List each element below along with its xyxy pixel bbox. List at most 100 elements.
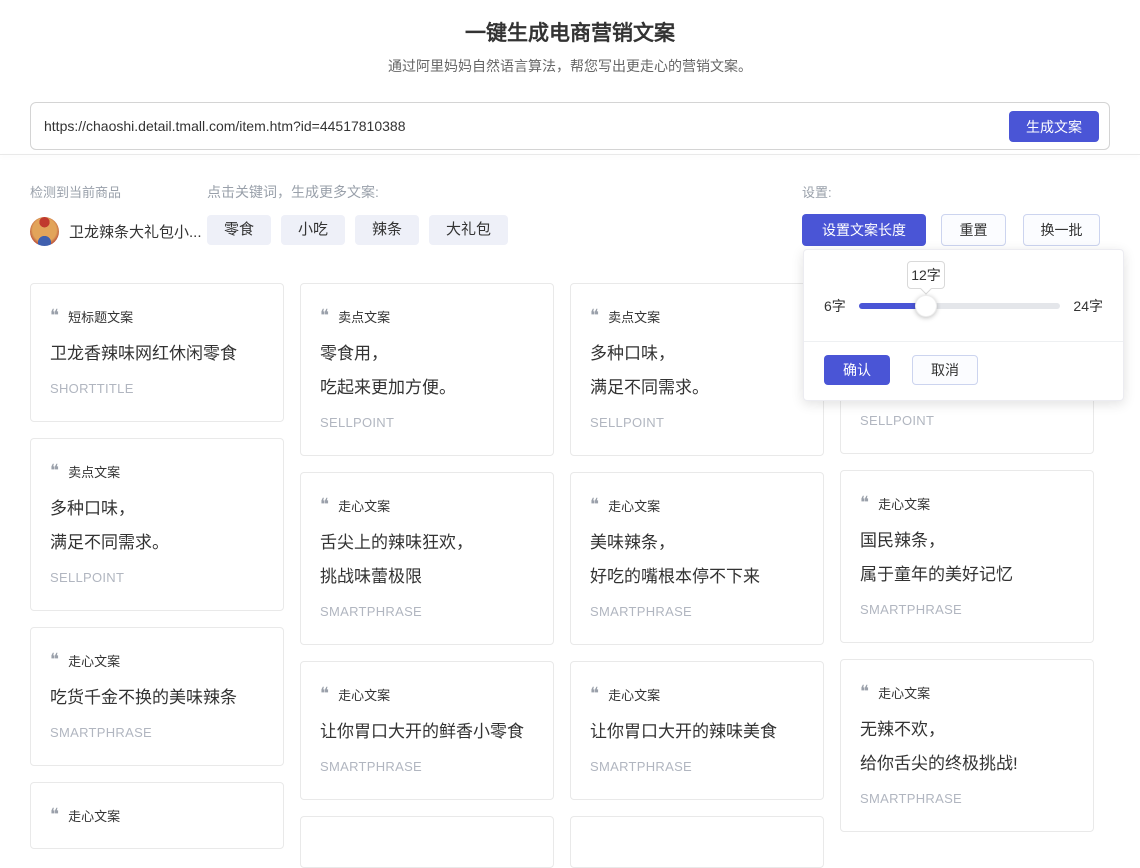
quote-icon: ❝: [50, 651, 59, 668]
quote-icon: ❝: [50, 307, 59, 324]
card-text-line: 挑战味蕾极限: [320, 560, 534, 594]
copy-card-smartphrase[interactable]: ❝ 走心文案 国民辣条， 属于童年的美好记忆 SMARTPHRASE: [840, 470, 1094, 643]
quote-icon: ❝: [50, 462, 59, 479]
card-text-line: 满足不同需求。: [50, 526, 264, 560]
keyword-tag-xiaochi[interactable]: 小吃: [281, 215, 345, 245]
card-type-label: 走心文案: [68, 651, 120, 670]
card-text-line: 卫龙香辣味网红休闲零食: [50, 337, 264, 371]
card-text-line: 舌尖上的辣味狂欢，: [320, 526, 534, 560]
copy-card-sellpoint[interactable]: ❝ 卖点文案 零食用， 吃起来更加方便。 SELLPOINT: [300, 283, 554, 456]
copy-card-partial[interactable]: [300, 816, 554, 868]
generate-button[interactable]: 生成文案: [1009, 111, 1099, 142]
page-title: 一键生成电商营销文案: [0, 17, 1140, 47]
card-category: SMARTPHRASE: [320, 604, 534, 619]
card-category: SMARTPHRASE: [860, 602, 1074, 617]
card-text-line: 让你胃口大开的鲜香小零食: [320, 715, 534, 749]
quote-icon: ❝: [860, 494, 869, 511]
card-text-line: 吃货千金不换的美味辣条: [50, 681, 264, 715]
refresh-batch-button[interactable]: 换一批: [1023, 214, 1100, 246]
keywords-label: 点击关键词，生成更多文案:: [207, 182, 508, 202]
card-category: SMARTPHRASE: [860, 791, 1074, 806]
copy-card-smartphrase[interactable]: ❝ 走心文案 美味辣条， 好吃的嘴根本停不下来 SMARTPHRASE: [570, 472, 824, 645]
card-text-line: 多种口味，: [50, 492, 264, 526]
url-input[interactable]: [31, 103, 1109, 149]
card-type-label: 走心文案: [608, 685, 660, 704]
quote-icon: ❝: [320, 307, 329, 324]
copy-card-smartphrase[interactable]: ❝ 走心文案 无辣不欢， 给你舌尖的终极挑战! SMARTPHRASE: [840, 659, 1094, 832]
length-slider[interactable]: [859, 303, 1061, 309]
detected-product-section: 检测到当前商品 卫龙辣条大礼包小...: [30, 182, 202, 246]
reset-button[interactable]: 重置: [941, 214, 1006, 246]
card-category: SELLPOINT: [860, 413, 1074, 428]
slider-handle[interactable]: [915, 295, 937, 317]
length-setting-popup: 12字 6字 24字 确认 取消: [803, 249, 1124, 401]
copy-card-partial[interactable]: [570, 816, 824, 868]
card-type-label: 走心文案: [608, 496, 660, 515]
card-category: SELLPOINT: [50, 570, 264, 585]
card-text-line: 无辣不欢，: [860, 713, 1074, 747]
card-text-line: 零食用，: [320, 337, 534, 371]
keyword-tag-lingshi[interactable]: 零食: [207, 215, 271, 245]
card-category: SMARTPHRASE: [590, 604, 804, 619]
card-text-line: 好吃的嘴根本停不下来: [590, 560, 804, 594]
grid-column-1: ❝ 短标题文案 卫龙香辣味网红休闲零食 SHORTTITLE ❝ 卖点文案 多种…: [30, 283, 284, 868]
copy-card-smartphrase[interactable]: ❝ 走心文案 让你胃口大开的鲜香小零食 SMARTPHRASE: [300, 661, 554, 800]
card-type-label: 卖点文案: [608, 307, 660, 326]
header-divider: [0, 154, 1140, 155]
copy-card-partial[interactable]: ❝ 走心文案: [30, 782, 284, 849]
copy-card-smartphrase[interactable]: ❝ 走心文案 吃货千金不换的美味辣条 SMARTPHRASE: [30, 627, 284, 766]
copy-card-sellpoint[interactable]: ❝ 卖点文案 多种口味， 满足不同需求。 SELLPOINT: [30, 438, 284, 611]
keyword-tag-dalibao[interactable]: 大礼包: [429, 215, 508, 245]
card-text-line: 给你舌尖的终极挑战!: [860, 747, 1074, 781]
settings-label: 设置:: [802, 182, 1100, 201]
copy-card-shorttitle[interactable]: ❝ 短标题文案 卫龙香辣味网红休闲零食 SHORTTITLE: [30, 283, 284, 422]
card-category: SHORTTITLE: [50, 381, 264, 396]
card-category: SELLPOINT: [320, 415, 534, 430]
card-text-line: 美味辣条，: [590, 526, 804, 560]
card-type-label: 走心文案: [338, 496, 390, 515]
keywords-section: 点击关键词，生成更多文案: 零食 小吃 辣条 大礼包: [207, 182, 508, 245]
tooltip-arrow: [920, 283, 931, 294]
card-text-line: 让你胃口大开的辣味美食: [590, 715, 804, 749]
cancel-button[interactable]: 取消: [912, 355, 978, 385]
card-type-label: 短标题文案: [68, 307, 133, 326]
set-length-button[interactable]: 设置文案长度: [802, 214, 926, 246]
quote-icon: ❝: [320, 496, 329, 513]
slider-value-text: 12字: [911, 267, 941, 283]
quote-icon: ❝: [320, 685, 329, 702]
grid-column-3: ❝ 卖点文案 多种口味， 满足不同需求。 SELLPOINT ❝ 走心文案 美味…: [570, 283, 824, 868]
card-type-label: 走心文案: [878, 683, 930, 702]
card-text-line: 多种口味，: [590, 337, 804, 371]
quote-icon: ❝: [590, 307, 599, 324]
product-name: 卫龙辣条大礼包小...: [69, 221, 202, 242]
card-text-line: 满足不同需求。: [590, 371, 804, 405]
card-type-label: 走心文案: [68, 806, 120, 825]
quote-icon: ❝: [50, 806, 59, 823]
detected-product-label: 检测到当前商品: [30, 182, 202, 201]
card-text-line: 属于童年的美好记忆: [860, 558, 1074, 592]
keyword-tag-latiao[interactable]: 辣条: [355, 215, 419, 245]
settings-section: 设置: 设置文案长度 重置 换一批: [802, 182, 1100, 246]
quote-icon: ❝: [590, 685, 599, 702]
confirm-button[interactable]: 确认: [824, 355, 890, 385]
grid-column-2: ❝ 卖点文案 零食用， 吃起来更加方便。 SELLPOINT ❝ 走心文案 舌尖…: [300, 283, 554, 868]
card-type-label: 卖点文案: [68, 462, 120, 481]
page-subtitle: 通过阿里妈妈自然语言算法，帮您写出更走心的营销文案。: [0, 56, 1140, 76]
quote-icon: ❝: [860, 683, 869, 700]
slider-max-label: 24字: [1073, 296, 1103, 316]
copy-card-smartphrase[interactable]: ❝ 走心文案 舌尖上的辣味狂欢， 挑战味蕾极限 SMARTPHRASE: [300, 472, 554, 645]
card-type-label: 走心文案: [878, 494, 930, 513]
card-category: SMARTPHRASE: [590, 759, 804, 774]
product-avatar: [30, 217, 59, 246]
quote-icon: ❝: [590, 496, 599, 513]
card-text-line: 国民辣条，: [860, 524, 1074, 558]
slider-min-label: 6字: [824, 296, 846, 316]
copy-card-smartphrase[interactable]: ❝ 走心文案 让你胃口大开的辣味美食 SMARTPHRASE: [570, 661, 824, 800]
card-text-line: 吃起来更加方便。: [320, 371, 534, 405]
card-type-label: 走心文案: [338, 685, 390, 704]
slider-value-tooltip: 12字: [907, 261, 945, 289]
card-category: SMARTPHRASE: [50, 725, 264, 740]
copy-card-sellpoint[interactable]: ❝ 卖点文案 多种口味， 满足不同需求。 SELLPOINT: [570, 283, 824, 456]
card-type-label: 卖点文案: [338, 307, 390, 326]
card-category: SMARTPHRASE: [320, 759, 534, 774]
